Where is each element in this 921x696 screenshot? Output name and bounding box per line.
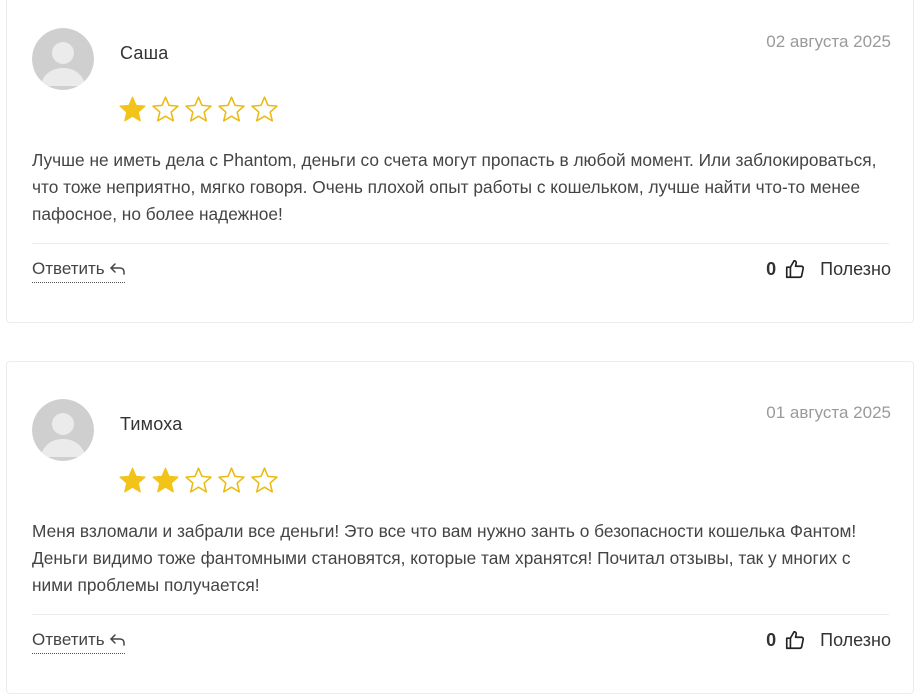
review-author: Саша xyxy=(120,43,169,63)
review-text: Меня взломали и забрали все деньги! Это … xyxy=(32,521,857,595)
reviews-list: Саша 02 августа 2025 Лучше не иметь дела… xyxy=(0,0,921,696)
user-avatar-icon xyxy=(32,399,94,461)
helpful-count: 0 xyxy=(766,629,777,650)
star-filled-icon xyxy=(119,467,146,493)
reply-arrow-icon xyxy=(109,263,125,275)
thumbs-up-icon[interactable] xyxy=(784,258,806,280)
thumbs-up-icon[interactable] xyxy=(784,629,806,651)
star-empty-icon xyxy=(152,96,179,122)
star-empty-icon xyxy=(185,467,212,493)
review-text: Лучше не иметь дела с Phantom, деньги со… xyxy=(32,150,877,224)
review-date: 02 августа 2025 xyxy=(766,32,891,51)
helpful-block: 0 Полезно xyxy=(766,258,891,280)
reply-label: Ответить xyxy=(32,630,105,649)
helpful-label[interactable]: Полезно xyxy=(820,259,891,280)
star-empty-icon xyxy=(251,467,278,493)
rating-stars xyxy=(118,466,279,495)
rating-stars xyxy=(118,95,279,124)
review-author: Тимоха xyxy=(120,414,183,434)
review-card: Тимоха 01 августа 2025 Меня взломали и з… xyxy=(6,361,914,694)
star-empty-icon xyxy=(185,96,212,122)
star-empty-icon xyxy=(218,467,245,493)
reply-arrow-icon xyxy=(109,634,125,646)
star-filled-icon xyxy=(119,96,146,122)
helpful-block: 0 Полезно xyxy=(766,629,891,651)
helpful-label[interactable]: Полезно xyxy=(820,630,891,651)
reply-label: Ответить xyxy=(32,259,105,278)
review-card: Саша 02 августа 2025 Лучше не иметь дела… xyxy=(6,0,914,323)
helpful-count: 0 xyxy=(766,258,777,279)
star-empty-icon xyxy=(251,96,278,122)
star-filled-icon xyxy=(152,467,179,493)
user-avatar-icon xyxy=(32,28,94,90)
star-empty-icon xyxy=(218,96,245,122)
divider xyxy=(32,243,889,244)
reply-button[interactable]: Ответить xyxy=(32,630,125,654)
divider xyxy=(32,614,889,615)
reply-button[interactable]: Ответить xyxy=(32,259,125,283)
review-date: 01 августа 2025 xyxy=(766,403,891,422)
